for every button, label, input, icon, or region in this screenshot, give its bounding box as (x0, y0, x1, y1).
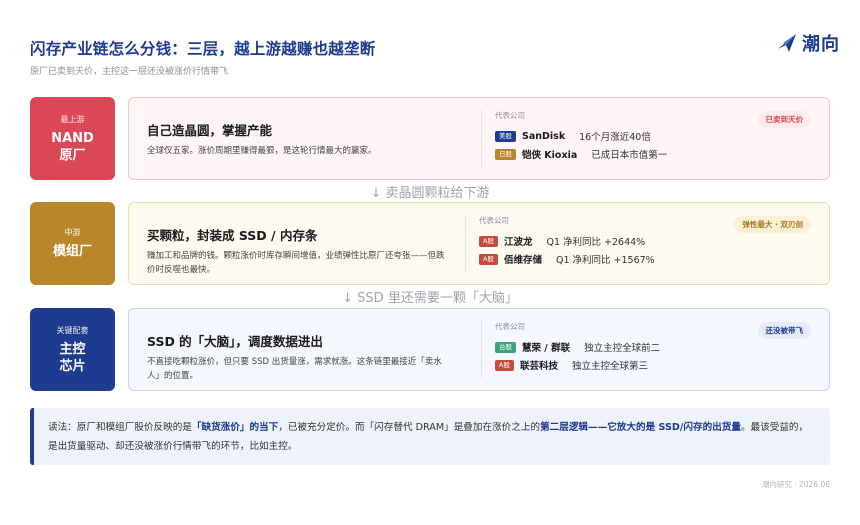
card-divider (481, 110, 482, 167)
card-divider (465, 215, 466, 272)
status-pill: 弹性最大 · 双刃剑 (734, 216, 811, 233)
company-name: 佰维存储 (503, 255, 542, 266)
company-row: A股 联芸科技 独立主控全球第三 (495, 356, 660, 374)
tier-badge-level: 中游 (64, 228, 81, 237)
company-note: 独立主控全球前二 (584, 343, 661, 354)
note-highlight: 「缺货涨价」的当下 (191, 422, 279, 433)
tier-card: 买颗粒，封装成 SSD / 内存条 赚加工和品牌的钱。颗粒涨价时库存瞬间增值，业… (128, 202, 830, 285)
note-text: ，已被充分定价。而「闪存替代 DRAM」是叠加在涨价之上的 (278, 422, 541, 433)
tier-module-maker: 中游 模组厂 买颗粒，封装成 SSD / 内存条 赚加工和品牌的钱。颗粒涨价时库… (30, 202, 830, 285)
reading-note: 读法：原厂和模组厂股价反映的是「缺货涨价」的当下，已被充分定价。而「闪存替代 D… (30, 408, 830, 465)
tier-badge: 中游 模组厂 (30, 202, 115, 285)
company-list: 代表公司 美股 SanDisk 16个月涨近40倍 日股 铠侠 Kioxia 已… (495, 110, 667, 163)
footer-credit: 潮向研究 · 2026.06 (761, 480, 830, 489)
flow-label: ↓ 卖晶圆颗粒给下游 (370, 186, 490, 201)
status-pill: 还没被带飞 (757, 322, 811, 339)
company-note: 独立主控全球第三 (571, 361, 648, 372)
tier-heading: 买颗粒，封装成 SSD / 内存条 (147, 228, 318, 243)
company-name: 铠侠 Kioxia (522, 150, 578, 161)
market-tag: 台股 (495, 341, 516, 353)
brand-name: 潮向 (802, 34, 840, 55)
note-text: 读法：原厂和模组厂股价反映的是 (48, 422, 192, 433)
company-note: Q1 净利同比 +2644% (546, 237, 646, 248)
tier-description: 全球仅五家。涨价周期里赚得最狠，是这轮行情最大的赢家。 (147, 146, 377, 156)
tier-description: 赚加工和品牌的钱。颗粒涨价时库存瞬间增值，业绩弹性比原厂还夸张——但跌价时反噬也… (147, 251, 445, 275)
flow-label: ↓ SSD 里还需要一颗「大脑」 (342, 291, 518, 306)
tier-card: SSD 的「大脑」，调度数据进出 不直接吃颗粒涨价，但只要 SSD 出货量涨，需… (128, 308, 830, 391)
market-tag: A股 (479, 253, 498, 265)
tier-badge-name-2: 原厂 (59, 147, 86, 163)
tier-heading: 自己造晶圆，掌握产能 (147, 123, 273, 138)
company-note: 16个月涨近40倍 (579, 132, 651, 143)
brand-logo: 潮向 (776, 30, 840, 56)
company-list: 代表公司 台股 慧荣 / 群联 独立主控全球前二 A股 联芸科技 独立主控全球第… (495, 321, 660, 374)
company-row: A股 佰维存储 Q1 净利同比 +1567% (479, 250, 655, 268)
company-row: A股 江波龙 Q1 净利同比 +2644% (479, 232, 655, 250)
tier-badge-name-2: 芯片 (59, 358, 86, 374)
tier-badge-level: 关键配套 (56, 325, 89, 335)
company-row: 美股 SanDisk 16个月涨近40倍 (495, 127, 667, 145)
company-note: Q1 净利同比 +1567% (555, 255, 655, 266)
tier-badge-level: 最上游 (60, 114, 85, 124)
bird-icon (778, 34, 796, 52)
company-row: 日股 铠侠 Kioxia 已成日本市值第一 (495, 145, 667, 163)
company-name: 联芸科技 (519, 361, 558, 372)
companies-title: 代表公司 (479, 216, 509, 225)
company-note: 已成日本市值第一 (591, 150, 668, 161)
company-name: 江波龙 (503, 237, 533, 248)
company-row: 台股 慧荣 / 群联 独立主控全球前二 (495, 338, 660, 356)
tier-badge: 关键配套 主控 芯片 (30, 308, 115, 391)
company-list: 代表公司 A股 江波龙 Q1 净利同比 +2644% A股 佰维存储 Q1 净利… (479, 215, 655, 268)
market-tag: A股 (495, 359, 514, 371)
tier-badge: 最上游 NAND 原厂 (30, 97, 115, 180)
market-tag: 美股 (495, 130, 516, 142)
tier-nand-fab: 最上游 NAND 原厂 自己造晶圆，掌握产能 全球仅五家。涨价周期里赚得最狠，是… (30, 97, 830, 180)
tier-card: 自己造晶圆，掌握产能 全球仅五家。涨价周期里赚得最狠，是这轮行情最大的赢家。 代… (128, 97, 830, 180)
companies-title: 代表公司 (495, 322, 525, 331)
tier-controller-chip: 关键配套 主控 芯片 SSD 的「大脑」，调度数据进出 不直接吃颗粒涨价，但只要… (30, 308, 830, 391)
company-name: SanDisk (522, 130, 566, 142)
page-title: 闪存产业链怎么分钱：三层，越上游越赚也越垄断 (30, 40, 376, 58)
tier-badge-name-1: 模组厂 (52, 244, 92, 259)
companies-title: 代表公司 (495, 111, 525, 120)
card-divider (481, 321, 482, 378)
tier-heading: SSD 的「大脑」，调度数据进出 (147, 334, 323, 349)
tier-badge-name-1: NAND (51, 130, 94, 146)
tier-description: 不直接吃颗粒涨价，但只要 SSD 出货量涨，需求就涨。这条链里最接近「卖水人」的… (147, 357, 442, 381)
market-tag: A股 (479, 235, 498, 247)
company-name: 慧荣 / 群联 (522, 343, 571, 354)
market-tag: 日股 (495, 148, 516, 160)
note-highlight: 第二层逻辑——它放大的是 SSD/闪存的出货量 (540, 422, 741, 433)
tier-badge-name-1: 主控 (59, 341, 86, 357)
status-pill: 已卖到天价 (757, 111, 811, 128)
page-subtitle: 原厂已卖到天价，主控这一层还没被涨价行情带飞 (30, 67, 229, 77)
